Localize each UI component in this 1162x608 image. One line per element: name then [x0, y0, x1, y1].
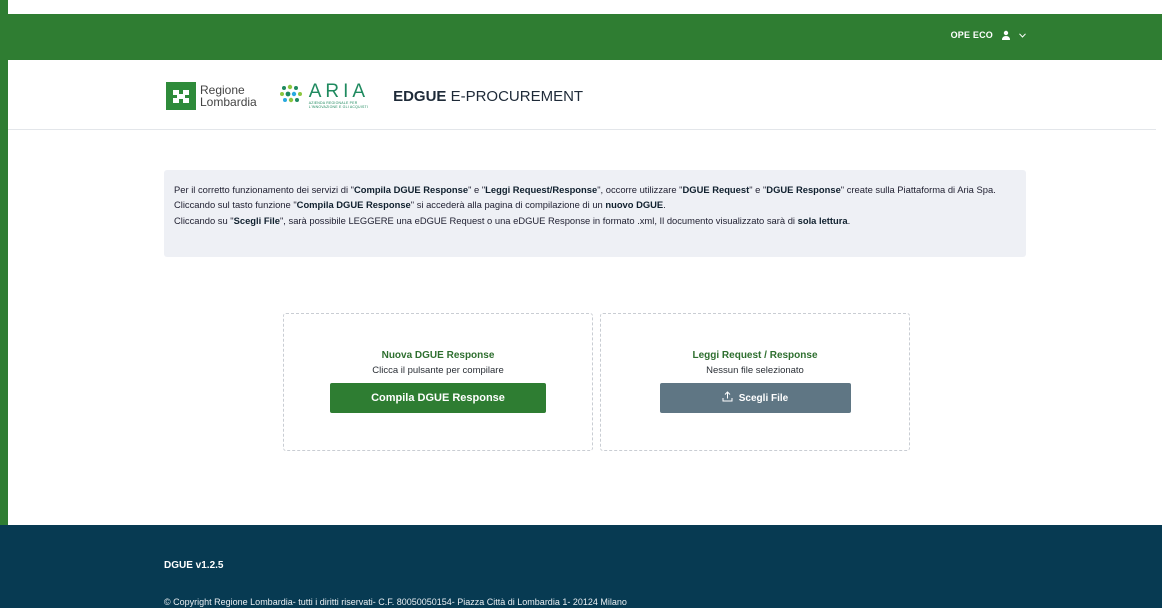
aria-dots-icon	[279, 83, 305, 110]
aria-text: ARIA AZIENDA REGIONALE PER L'INNOVAZIONE…	[308, 81, 370, 109]
lombardia-line: Lombardia	[200, 95, 257, 109]
notice-line-3: Cliccando su "Scegli File", sarà possibi…	[174, 213, 1016, 228]
button-label: Compila DGUE Response	[371, 392, 505, 404]
compila-dgue-response-button[interactable]: Compila DGUE Response	[330, 383, 546, 413]
page-header: Regione Lombardia ARIA AZIENDA REGIONALE…	[8, 60, 1156, 130]
notice-text: " create sulla Piattaforma di Aria Spa.	[840, 184, 996, 195]
new-dgue-card: Nuova DGUE Response Clicca il pulsante p…	[283, 313, 593, 451]
notice-text: Cliccando su "	[174, 214, 234, 226]
version-label: DGUE v1.2.5	[164, 560, 224, 571]
app-title-rest: E-PROCUREMENT	[446, 87, 584, 105]
notice-text: .	[847, 214, 851, 226]
regione-lombardia-mark-icon	[166, 82, 196, 110]
notice-line-2: Cliccando sul tasto funzione "Compila DG…	[174, 197, 1016, 212]
copyright-text: © Copyright Regione Lombardia- tutti i d…	[164, 597, 627, 607]
notice-bold: Compila DGUE Response	[353, 184, 469, 195]
aria-sub-line2: L'INNOVAZIONE E GLI ACQUISTI	[308, 105, 369, 109]
notice-text: Cliccando sul tasto funzione "	[174, 199, 297, 211]
app-title-bold: EDGUE	[393, 87, 447, 105]
notice-bold: DGUE Response	[766, 184, 841, 195]
notice-bold: DGUE Request	[682, 184, 750, 195]
notice-text: .	[663, 199, 666, 211]
file-status-text: Nessun file selezionato	[706, 365, 804, 376]
notice-text: " e "	[749, 184, 767, 195]
button-label: Scegli File	[738, 392, 789, 404]
left-frame-bar	[0, 0, 8, 608]
scegli-file-button[interactable]: Scegli File	[659, 383, 851, 413]
notice-bold: nuovo DGUE	[605, 199, 664, 211]
top-bar: OPE ECO	[0, 14, 1162, 60]
notice-line-1: Per il corretto funzionamento dei serviz…	[174, 182, 1016, 197]
chevron-down-icon	[1019, 32, 1026, 38]
upload-icon	[722, 391, 733, 405]
aria-logo[interactable]: ARIA AZIENDA REGIONALE PER L'INNOVAZIONE…	[279, 81, 370, 110]
info-notice: Per il corretto funzionamento dei serviz…	[164, 170, 1026, 257]
regione-lombardia-logo[interactable]: Regione Lombardia	[166, 82, 257, 110]
regione-lombardia-text: Regione Lombardia	[200, 84, 257, 108]
brand: Regione Lombardia ARIA AZIENDA REGIONALE…	[166, 82, 583, 110]
page-footer: DGUE v1.2.5 © Copyright Regione Lombardi…	[0, 525, 1162, 608]
aria-word: ARIA	[308, 81, 370, 102]
card-title: Nuova DGUE Response	[381, 350, 495, 361]
notice-bold: sola lettura	[797, 214, 848, 226]
notice-text: ", sarà possibile LEGGERE una eDGUE Requ…	[279, 214, 798, 226]
read-request-card: Leggi Request / Response Nessun file sel…	[600, 313, 910, 451]
user-name: OPE ECO	[950, 30, 993, 40]
app-title: EDGUE E-PROCUREMENT	[393, 88, 583, 105]
card-title: Leggi Request / Response	[692, 350, 818, 361]
notice-text: ", occorre utilizzare "	[597, 184, 683, 195]
user-menu[interactable]: OPE ECO	[951, 30, 1026, 40]
notice-bold: Leggi Request/Response	[485, 184, 598, 195]
notice-bold: Scegli File	[233, 214, 280, 226]
card-subtitle: Clicca il pulsante per compilare	[372, 365, 504, 376]
person-icon	[1001, 30, 1011, 40]
notice-text: " e "	[468, 184, 486, 195]
notice-bold: Compila DGUE Response	[296, 199, 411, 211]
notice-text: Per il corretto funzionamento dei serviz…	[174, 184, 354, 195]
notice-text: " si accederà alla pagina di compilazion…	[410, 199, 606, 211]
